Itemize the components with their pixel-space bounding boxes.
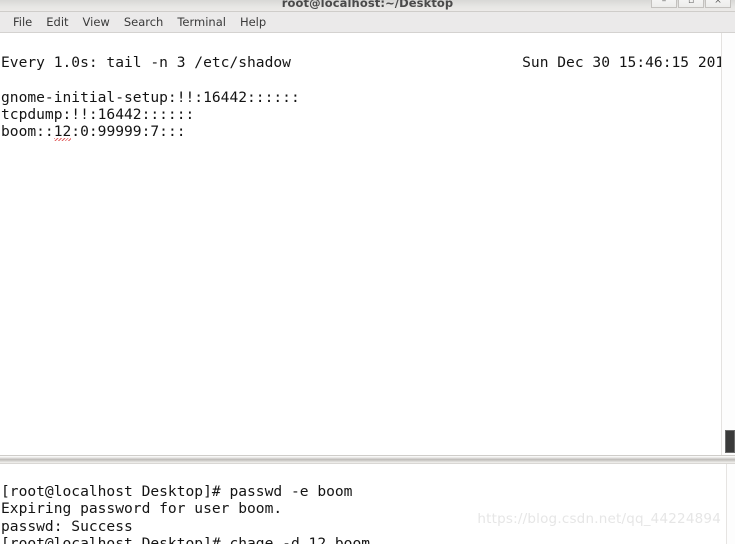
shell-command-highlighted: chage -d 12 boom	[229, 535, 370, 544]
terminal-panes: Every 1.0s: tail -n 3 /etc/shadow Sun Dec…	[0, 33, 735, 544]
shell-prompt: [root@localhost Desktop]#	[1, 483, 230, 501]
menu-item-file[interactable]: File	[6, 14, 39, 31]
shadow-entry-gnome-initial-setup: gnome-initial-setup:!!:16442::::::	[1, 88, 300, 106]
shadow-entry-tcpdump: tcpdump:!!:16442::::::	[1, 105, 195, 123]
menu-item-terminal[interactable]: Terminal	[170, 14, 233, 31]
maximize-button[interactable]: ▫	[678, 0, 704, 8]
shell-line-expiring-message: Expiring password for user boom.	[1, 500, 283, 518]
pane-divider[interactable]	[0, 455, 735, 464]
menu-bar: File Edit View Search Terminal Help	[0, 12, 735, 33]
menu-item-search[interactable]: Search	[117, 14, 171, 31]
minimize-button[interactable]: –	[651, 0, 677, 8]
terminal-window: root@localhost:~/Desktop – ▫ × File Edit…	[0, 0, 735, 544]
scrollbar-thumb[interactable]	[725, 430, 735, 453]
scrollbar-bottom-pane[interactable]	[726, 464, 735, 544]
shell-line-success-message: passwd: Success	[1, 517, 133, 535]
watch-output-text: Every 1.0s: tail -n 3 /etc/shadow Sun Dec…	[0, 33, 735, 175]
shell-pane[interactable]: [root@localhost Desktop]# passwd -e boom…	[0, 464, 735, 544]
window-titlebar[interactable]: root@localhost:~/Desktop – ▫ ×	[0, 0, 735, 12]
shell-line-passwd-command: [root@localhost Desktop]# passwd -e boom	[1, 483, 735, 500]
menu-item-edit[interactable]: Edit	[39, 14, 75, 31]
boom-suffix: :0:99999:7:::	[71, 123, 186, 140]
menu-item-view[interactable]: View	[76, 14, 117, 31]
close-button[interactable]: ×	[705, 0, 731, 8]
window-controls: – ▫ ×	[651, 0, 731, 8]
shell-line-chage-command: [root@localhost Desktop]# chage -d 12 bo…	[1, 535, 735, 544]
window-title: root@localhost:~/Desktop	[281, 0, 454, 10]
watch-command-text: Every 1.0s: tail -n 3 /etc/shadow	[1, 54, 291, 72]
shell-prompt: [root@localhost Desktop]#	[1, 534, 230, 544]
scrollbar-top-pane[interactable]	[721, 33, 735, 455]
shell-command: passwd -e boom	[229, 483, 353, 501]
boom-lastchange-highlight: 12	[53, 123, 72, 142]
shadow-entry-boom: boom::12:0:99999:7:::	[1, 123, 735, 142]
shell-output-text: [root@localhost Desktop]# passwd -e boom…	[0, 464, 735, 544]
watch-header-line: Every 1.0s: tail -n 3 /etc/shadow Sun Dec…	[1, 54, 735, 71]
boom-prefix: boom::	[1, 123, 54, 140]
menu-item-help[interactable]: Help	[233, 14, 273, 31]
watch-timestamp: Sun Dec 30 15:46:15 2018	[522, 54, 733, 72]
watch-output-pane[interactable]: Every 1.0s: tail -n 3 /etc/shadow Sun Dec…	[0, 33, 735, 455]
